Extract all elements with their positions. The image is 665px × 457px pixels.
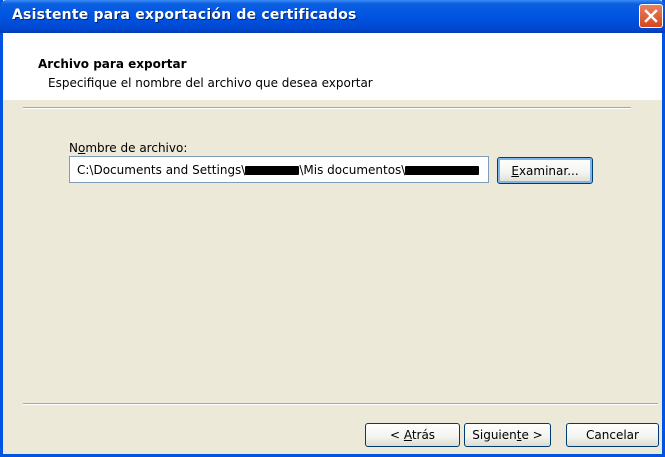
next-button[interactable]: Siguiente > [464, 423, 551, 447]
file-name-input[interactable]: C:\Documents and Settings\ \Mis documento… [69, 156, 489, 183]
window-title: Asistente para exportación de certificad… [12, 7, 357, 23]
footer-divider [23, 403, 658, 405]
file-name-label: Nombre de archivo: [69, 141, 188, 155]
back-button[interactable]: < Atrás [365, 423, 460, 447]
path-part-1: C:\Documents and Settings\ [77, 163, 246, 177]
redacted-filename [405, 166, 480, 175]
header-subtitle: Especifique el nombre del archivo que de… [48, 76, 373, 90]
close-button[interactable] [639, 4, 663, 28]
browse-button[interactable]: Examinar... [497, 157, 593, 184]
wizard-header: Archivo para exportar Especifique el nom… [3, 33, 662, 100]
title-bar[interactable]: Asistente para exportación de certificad… [0, 0, 665, 33]
export-wizard-window: Asistente para exportación de certificad… [0, 0, 665, 457]
redacted-username [245, 166, 300, 175]
cancel-button[interactable]: Cancelar [566, 423, 659, 447]
header-divider [23, 107, 631, 109]
path-part-2: \Mis documentos\ [299, 163, 406, 177]
header-title: Archivo para exportar [38, 57, 187, 71]
close-icon [644, 9, 658, 23]
